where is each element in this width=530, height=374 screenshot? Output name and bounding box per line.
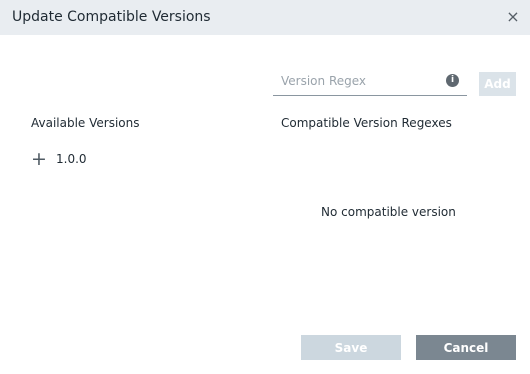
version-regex-field: i xyxy=(273,68,467,96)
save-button[interactable]: Save xyxy=(301,335,401,360)
version-regex-input[interactable] xyxy=(273,68,446,94)
compatible-version-regexes-heading: Compatible Version Regexes xyxy=(281,116,452,130)
available-version-item[interactable]: + 1.0.0 xyxy=(31,150,87,169)
plus-icon[interactable]: + xyxy=(31,150,47,169)
version-label: 1.0.0 xyxy=(56,152,87,166)
available-versions-heading: Available Versions xyxy=(31,116,140,130)
info-icon[interactable]: i xyxy=(446,74,459,87)
empty-state-message: No compatible version xyxy=(321,205,456,219)
dialog-titlebar: Update Compatible Versions × xyxy=(0,0,530,35)
dialog-title: Update Compatible Versions xyxy=(12,9,211,25)
cancel-button[interactable]: Cancel xyxy=(416,335,516,360)
update-compatible-versions-dialog: Update Compatible Versions × i Add Avail… xyxy=(0,0,530,374)
close-icon[interactable]: × xyxy=(506,9,520,25)
add-button[interactable]: Add xyxy=(479,72,516,96)
